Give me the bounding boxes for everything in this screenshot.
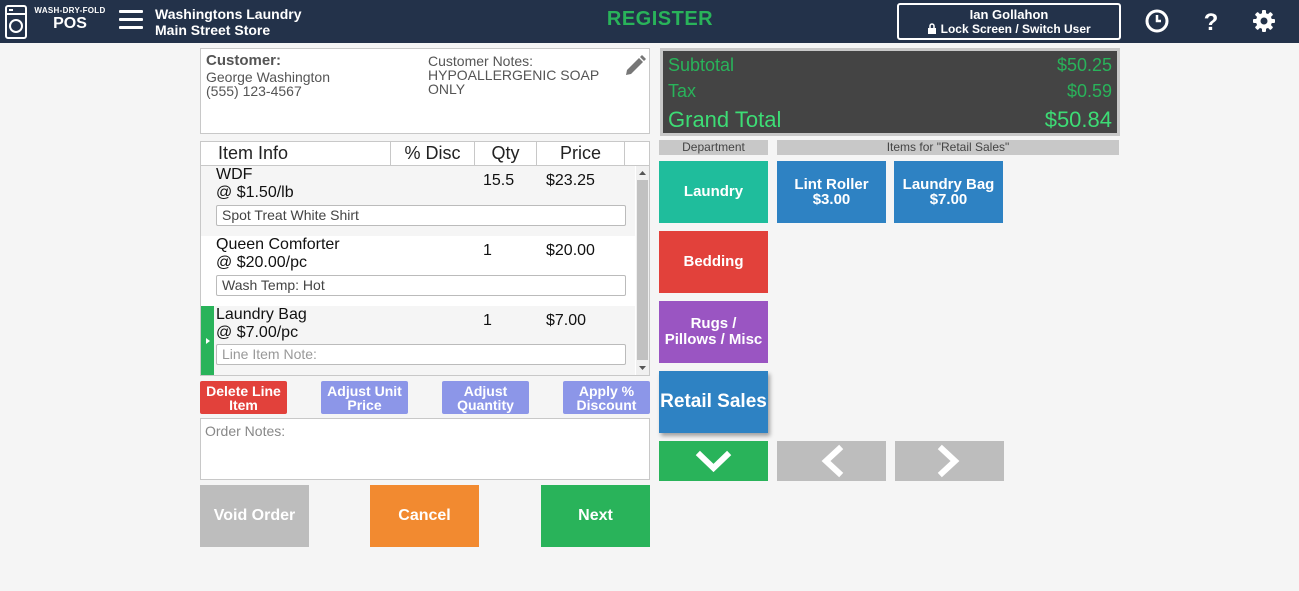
item-name: Laundry Bag bbox=[216, 306, 307, 323]
top-bar: WASH-DRY-FOLD POS Washingtons Laundry Ma… bbox=[0, 0, 1299, 43]
subtotal-value: $50.25 bbox=[1056, 55, 1112, 75]
lock-icon bbox=[928, 23, 937, 34]
adjust-unit-price-button[interactable]: Adjust Unit Price bbox=[321, 381, 408, 414]
caret-right-icon bbox=[206, 338, 210, 344]
gear-icon[interactable] bbox=[1251, 8, 1277, 34]
item-button-name: Laundry Bag bbox=[902, 176, 995, 193]
item-name: Queen Comforter bbox=[216, 236, 340, 253]
item-name: WDF bbox=[216, 166, 253, 183]
item-price: $23.25 bbox=[546, 172, 595, 189]
chevron-down-icon bbox=[695, 450, 732, 473]
item-price: $20.00 bbox=[546, 242, 595, 259]
selected-row-marker bbox=[201, 306, 214, 375]
customer-notes-line-2: ONLY bbox=[428, 81, 466, 97]
menu-icon[interactable] bbox=[119, 10, 143, 32]
washer-logo-icon bbox=[5, 5, 27, 39]
scroll-down-icon[interactable] bbox=[636, 363, 649, 373]
tax-label: Tax bbox=[668, 81, 697, 101]
scroll-thumb[interactable] bbox=[637, 180, 648, 360]
svg-text:?: ? bbox=[1204, 9, 1219, 34]
apply-discount-button[interactable]: Apply % Discount bbox=[563, 381, 650, 414]
scroll-up-icon[interactable] bbox=[636, 168, 649, 178]
void-order-button[interactable]: Void Order bbox=[200, 485, 309, 547]
line-item-note-field[interactable]: Line Item Note: bbox=[216, 344, 626, 365]
column-header-qty: Qty bbox=[475, 142, 537, 165]
brand: WASH-DRY-FOLD POS bbox=[32, 6, 108, 33]
item-price: $7.00 bbox=[546, 312, 587, 329]
lock-label: Lock Screen / Switch User bbox=[940, 22, 1091, 36]
chevron-left-icon bbox=[821, 444, 844, 478]
user-switch-button[interactable]: Ian Gollahon Lock Screen / Switch User bbox=[897, 3, 1121, 40]
table-scrollbar[interactable] bbox=[636, 166, 649, 375]
subtotal-label: Subtotal bbox=[668, 55, 735, 75]
store-location: Main Street Store bbox=[155, 22, 271, 38]
item-qty: 15.5 bbox=[483, 172, 515, 189]
department-retail-sales-button[interactable]: Retail Sales bbox=[659, 371, 768, 433]
column-header-item-info: Item Info bbox=[201, 142, 391, 165]
item-button-price: $7.00 bbox=[929, 191, 968, 208]
item-qty: 1 bbox=[483, 312, 492, 329]
next-button[interactable]: Next bbox=[541, 485, 650, 547]
customer-notes-line-1: HYPOALLERGENIC SOAP bbox=[428, 67, 600, 83]
line-item-note-field[interactable]: Wash Temp: Hot bbox=[216, 275, 626, 296]
delete-line-item-button[interactable]: Delete Line Item bbox=[200, 381, 287, 414]
cancel-button[interactable]: Cancel bbox=[370, 485, 479, 547]
grand-total-label: Grand Total bbox=[668, 107, 782, 132]
edit-pencil-icon[interactable] bbox=[623, 54, 647, 78]
column-header-discount: % Disc bbox=[391, 142, 475, 165]
tax-value: $0.59 bbox=[1066, 81, 1112, 101]
item-qty: 1 bbox=[483, 242, 492, 259]
item-button-price: $3.00 bbox=[812, 191, 851, 208]
department-laundry-button[interactable]: Laundry bbox=[659, 161, 768, 223]
line-items-table: Item Info % Disc Qty Price WDF @ $1.50/l… bbox=[200, 141, 650, 376]
customer-panel: Customer: George Washington (555) 123-45… bbox=[200, 48, 650, 134]
page-title: REGISTER bbox=[606, 8, 714, 30]
clock-icon[interactable] bbox=[1144, 8, 1170, 34]
next-page-button[interactable] bbox=[895, 441, 1004, 481]
totals-panel: Subtotal $50.25 Tax $0.59 Grand Total $5… bbox=[660, 48, 1120, 136]
customer-name: George Washington bbox=[206, 69, 330, 85]
column-header-price: Price bbox=[537, 142, 625, 165]
item-rate: @ $1.50/lb bbox=[216, 184, 294, 201]
item-lint-roller-button[interactable]: Lint Roller $3.00 bbox=[777, 161, 886, 223]
chevron-right-icon bbox=[937, 444, 960, 478]
line-item-note-field[interactable]: Spot Treat White Shirt bbox=[216, 205, 626, 226]
table-row[interactable]: WDF @ $1.50/lb 15.5 $23.25 Spot Treat Wh… bbox=[201, 166, 635, 236]
customer-label: Customer: bbox=[206, 52, 282, 69]
item-rate: @ $20.00/pc bbox=[216, 254, 307, 271]
item-button-name: Lint Roller bbox=[794, 176, 869, 193]
store-name: Washingtons Laundry bbox=[155, 6, 302, 22]
user-name: Ian Gollahon bbox=[969, 7, 1049, 22]
items-header: Items for "Retail Sales" bbox=[777, 140, 1119, 155]
adjust-quantity-button[interactable]: Adjust Quantity bbox=[442, 381, 529, 414]
customer-notes-label: Customer Notes: bbox=[428, 53, 534, 69]
table-row[interactable]: Queen Comforter @ $20.00/pc 1 $20.00 Was… bbox=[201, 236, 635, 306]
scroll-down-button[interactable] bbox=[659, 441, 768, 481]
previous-page-button[interactable] bbox=[777, 441, 886, 481]
item-laundry-bag-button[interactable]: Laundry Bag $7.00 bbox=[894, 161, 1003, 223]
table-header: Item Info % Disc Qty Price bbox=[201, 142, 649, 166]
table-row-selected[interactable]: Laundry Bag @ $7.00/pc 1 $7.00 Line Item… bbox=[201, 306, 635, 375]
brand-name: POS bbox=[53, 15, 87, 32]
customer-phone: (555) 123-4567 bbox=[206, 83, 302, 99]
department-bedding-button[interactable]: Bedding bbox=[659, 231, 768, 293]
order-notes-field[interactable]: Order Notes: bbox=[200, 418, 650, 480]
department-header: Department bbox=[659, 140, 768, 155]
department-rugs-button[interactable]: Rugs / Pillows / Misc bbox=[659, 301, 768, 363]
grand-total-value: $50.84 bbox=[1044, 107, 1112, 132]
help-icon[interactable]: ? bbox=[1198, 8, 1224, 34]
brand-tagline: WASH-DRY-FOLD bbox=[34, 6, 106, 15]
item-rate: @ $7.00/pc bbox=[216, 324, 299, 341]
store-info: Washingtons Laundry Main Street Store bbox=[155, 6, 301, 38]
